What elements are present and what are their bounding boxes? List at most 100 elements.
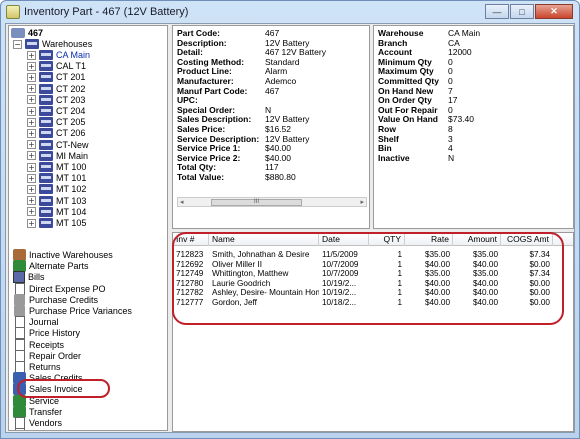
detail-value: $880.80 — [265, 172, 296, 182]
table-cell: Laurie Goodrich — [212, 278, 271, 288]
expand-toggle-icon[interactable]: + — [27, 128, 36, 138]
maximize-button[interactable]: □ — [510, 4, 534, 19]
expand-toggle-icon[interactable]: + — [27, 84, 36, 94]
warehouse-info-value: 4 — [448, 143, 453, 154]
table-row[interactable]: 712782 Ashley, Desire- Mountain Home 10/19… — [173, 288, 573, 297]
tree-item-repair-order[interactable]: Repair Order — [13, 349, 81, 362]
tree-warehouse-item[interactable]: + CT 202 — [27, 83, 85, 95]
expand-toggle-icon[interactable]: + — [27, 207, 36, 217]
table-cell: 1 — [397, 259, 402, 269]
table-cell: 11/5/2009 — [322, 250, 358, 259]
tree-item-transfer-label: Transfer — [29, 406, 63, 417]
minimize-button[interactable]: — — [485, 4, 509, 19]
expand-toggle-icon[interactable]: + — [27, 106, 36, 116]
tree-warehouse-item[interactable]: + MI Main — [27, 150, 88, 162]
expand-toggle-icon[interactable]: + — [27, 61, 36, 71]
table-cell: $40.00 — [424, 278, 450, 288]
table-cell: 712823 — [176, 250, 204, 259]
table-row[interactable]: 712780 Laurie Goodrich 10/19/2... 1 $40.00 $4… — [173, 279, 573, 288]
tree-warehouse-item[interactable]: + MT 102 — [27, 183, 86, 195]
detail-value: Ademco — [265, 76, 297, 86]
tree-warehouse-item[interactable]: + CT 204 — [27, 105, 85, 117]
warehouse-info-label: Row — [378, 124, 396, 134]
tree-item-journal[interactable]: Journal — [13, 316, 59, 329]
tree-item-bills[interactable]: Bills — [13, 271, 45, 284]
tree-item-receipts[interactable]: Receipts — [13, 338, 64, 351]
tree-item-transfer[interactable]: Transfer — [13, 405, 63, 418]
warehouse-info-label: On Order Qty — [378, 95, 432, 106]
warehouse-icon — [39, 162, 53, 172]
tree-item-purchase-price-variances[interactable]: Purchase Price Variances — [13, 305, 132, 317]
tree-item-direct-expense-po[interactable]: Direct Expense PO — [13, 282, 106, 295]
expand-toggle-icon[interactable]: + — [27, 173, 36, 183]
table-cell: $40.00 — [472, 278, 498, 288]
tree-item-bills-label: Bills — [28, 272, 45, 283]
expand-toggle-icon[interactable]: + — [27, 140, 36, 150]
detail-label: Detail: — [177, 47, 203, 58]
scroll-right-icon[interactable]: ▸ — [360, 198, 364, 206]
tree-item-inactive-warehouses[interactable]: Inactive Warehouses — [13, 249, 113, 261]
tree-item-price-history[interactable]: Price History — [13, 327, 81, 340]
tree-item-vendors[interactable]: Vendors — [13, 417, 62, 429]
tree-item-price-history-label: Price History — [29, 328, 81, 339]
table-row[interactable]: 712749 Whittington, Matthew 10/7/2009 1 $35.… — [173, 269, 573, 278]
detail-row: Detail: 467 12V Battery — [177, 48, 326, 57]
tree-warehouse-item[interactable]: + MT 100 — [27, 161, 86, 173]
table-cell: 10/7/2009 — [322, 259, 359, 269]
warehouse-icon — [39, 117, 53, 128]
expand-toggle-icon[interactable]: + — [27, 162, 36, 172]
expand-toggle-icon[interactable]: + — [27, 50, 36, 60]
expand-toggle-icon[interactable]: + — [27, 72, 36, 82]
tree-warehouse-item[interactable]: + MT 101 — [27, 172, 86, 184]
tree-warehouse-item[interactable]: + CT 201 — [27, 71, 85, 83]
tree-warehouse-item[interactable]: + CT 203 — [27, 94, 85, 106]
tree-item-alternate-parts[interactable]: Alternate Parts — [13, 260, 89, 273]
expand-toggle-icon[interactable]: + — [27, 184, 36, 194]
tree-warehouse-item-label: MI Main — [56, 150, 89, 161]
tree-item-purchase-credits[interactable]: Purchase Credits — [13, 293, 98, 306]
tree-warehouse-item[interactable]: + CT-New — [27, 139, 89, 151]
detail-value: 12V Battery — [265, 37, 310, 48]
table-row[interactable]: 712692 Oliver Miller II 10/7/2009 1 $40.00 $4… — [173, 260, 573, 269]
table-row[interactable]: 712777 Gordon, Jeff 10/18/2... 1 $40.00 $40.0… — [173, 298, 573, 307]
tree-item-documents[interactable]: Documents — [13, 428, 75, 430]
detail-label: Total Value: — [177, 172, 225, 182]
expand-toggle-icon[interactable]: + — [27, 117, 36, 127]
expand-toggle-icon[interactable]: + — [27, 196, 36, 206]
tree-warehouse-item[interactable]: + MT 104 — [27, 206, 86, 218]
document-icon — [15, 361, 25, 373]
expand-toggle-icon[interactable]: + — [27, 95, 36, 105]
navigation-tree[interactable]: 467− Warehouses + CA Main + CAL T1 + CT 201 + CT … — [8, 25, 168, 431]
tree-warehouse-item[interactable]: + CAL T1 — [27, 60, 86, 72]
window-title: Inventory Part - 467 (12V Battery) — [24, 6, 189, 18]
tree-item-returns[interactable]: Returns — [13, 361, 61, 373]
expand-toggle-icon[interactable]: + — [27, 218, 36, 228]
tree-warehouses-label: Warehouses — [42, 39, 93, 49]
scroll-thumb[interactable]: III — [211, 199, 302, 206]
warehouse-icon — [39, 218, 53, 228]
table-row[interactable]: 712823 Smith, Johnathan & Desire 11/5/2009… — [173, 250, 573, 259]
table-cell: $35.00 — [472, 269, 498, 279]
tree-warehouse-item[interactable]: + MT 103 — [27, 195, 86, 207]
tree-warehouse-item[interactable]: + MT 105 — [27, 217, 86, 229]
expand-toggle-icon[interactable]: − — [13, 39, 22, 49]
scroll-left-icon[interactable]: ◂ — [180, 198, 184, 206]
details-horizontal-scrollbar[interactable]: ◂ III ▸ — [177, 197, 367, 207]
warehouse-info-row: Row 8 — [378, 125, 453, 134]
detail-value: 12V Battery — [265, 133, 310, 144]
table-cell: $40.00 — [472, 288, 498, 298]
sales-invoice-grid[interactable]: Inv # Name Date QTY Rate Amount COGS Amt 71282… — [172, 232, 574, 432]
warehouse-info-value: CA — [448, 37, 460, 48]
tree-warehouse-item-label: CT 202 — [56, 83, 86, 94]
table-cell: $0.00 — [529, 298, 551, 307]
tree-warehouse-item[interactable]: + CT 206 — [27, 127, 85, 139]
tree-root-label: 467 — [28, 28, 44, 38]
table-cell: $0.00 — [529, 278, 551, 288]
expand-toggle-icon[interactable]: + — [27, 151, 36, 161]
detail-value: Alarm — [265, 66, 288, 77]
tree-warehouse-item[interactable]: + CT 205 — [27, 116, 85, 128]
tree-warehouse-item[interactable]: + CA Main — [27, 49, 90, 61]
close-button[interactable]: ✕ — [535, 4, 573, 19]
title-bar[interactable]: Inventory Part - 467 (12V Battery) — □ ✕ — [1, 1, 579, 23]
detail-value: $16.52 — [265, 124, 291, 134]
